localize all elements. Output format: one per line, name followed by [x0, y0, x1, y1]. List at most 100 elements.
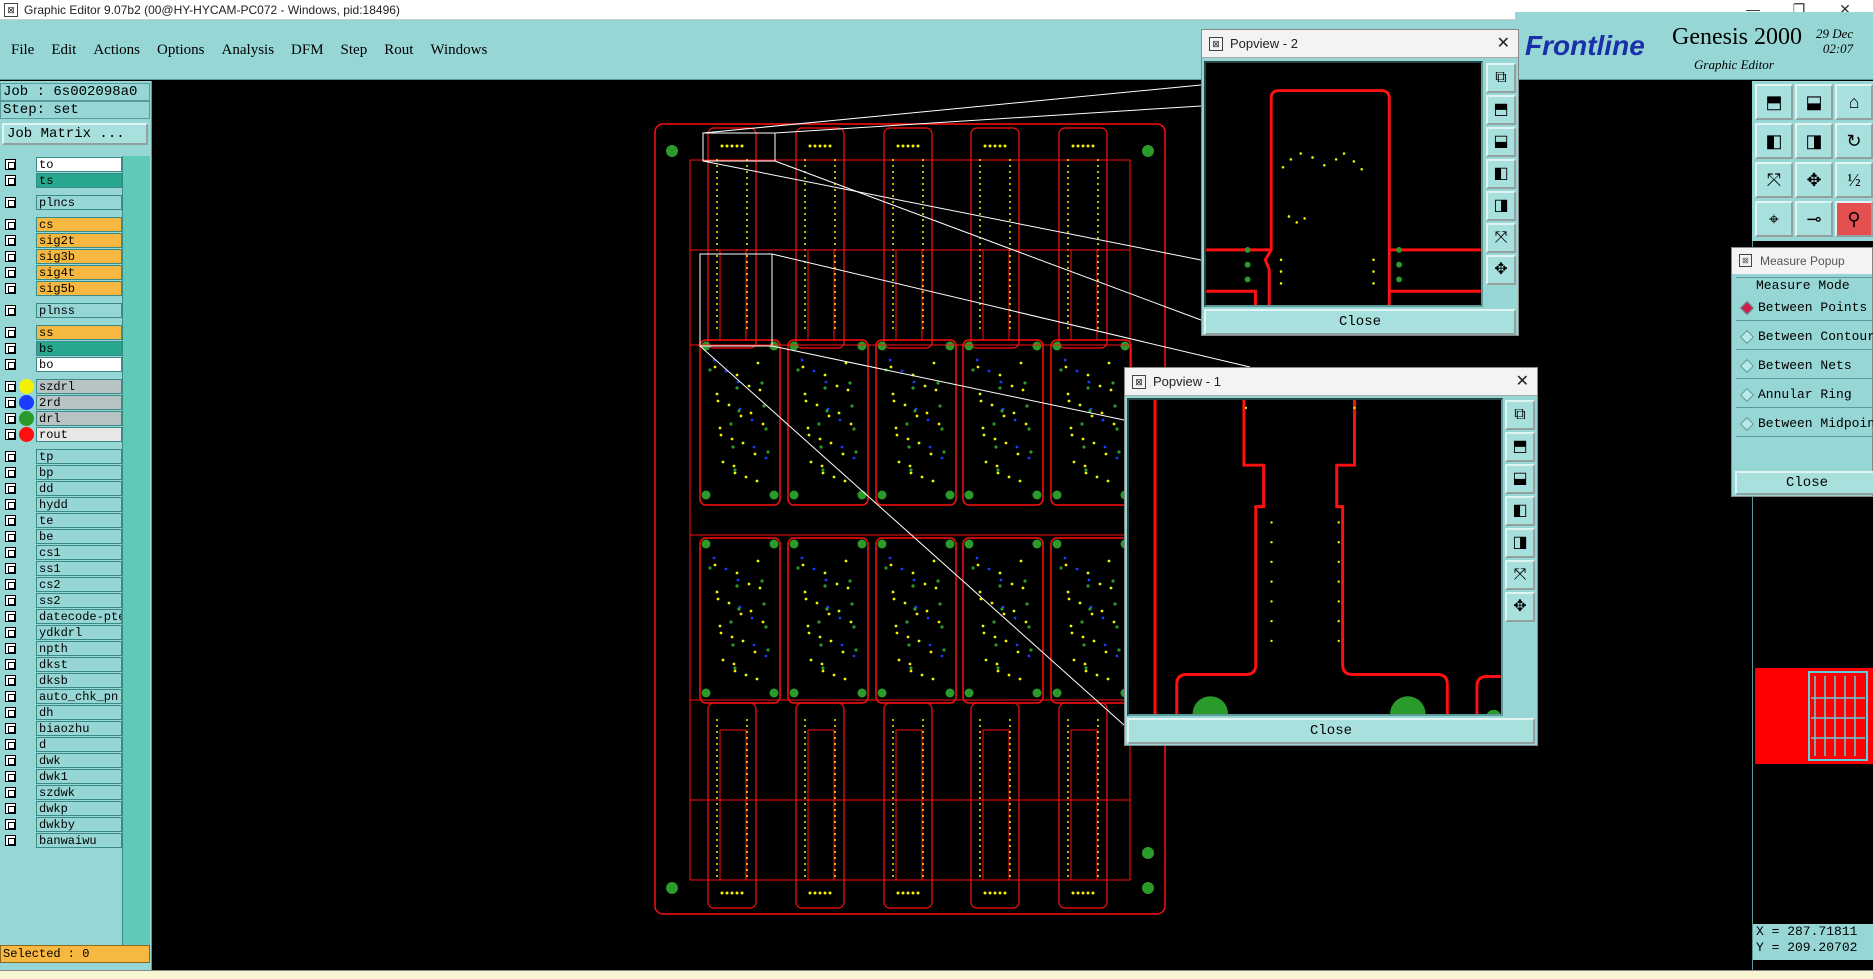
menu-windows[interactable]: Windows [430, 42, 487, 59]
layer-row[interactable]: ss2 [2, 592, 122, 608]
menu-actions[interactable]: Actions [93, 42, 140, 59]
layer-checkbox[interactable] [5, 770, 16, 782]
menu-step[interactable]: Step [341, 42, 368, 59]
layer-name[interactable]: szdwk [36, 784, 122, 800]
layer-row[interactable]: dksb [2, 672, 122, 688]
zoom-out-icon[interactable]: ✥ [1486, 255, 1516, 285]
layer-checkbox[interactable] [5, 674, 16, 686]
layer-name[interactable]: ss2 [36, 592, 122, 608]
measure-icon[interactable]: ⊸ [1795, 201, 1833, 237]
layer-row[interactable]: bp [2, 464, 122, 480]
layer-row[interactable]: ss1 [2, 560, 122, 576]
layer-checkbox[interactable] [5, 466, 16, 478]
pan-down-icon[interactable]: ⬓ [1505, 464, 1535, 494]
layer-name[interactable]: bs [36, 340, 122, 356]
layer-row[interactable]: te [2, 512, 122, 528]
zoom-out-icon[interactable]: ✥ [1505, 592, 1535, 622]
layer-checkbox[interactable] [5, 754, 16, 766]
menu-file[interactable]: File [11, 42, 34, 59]
layer-row[interactable]: sig4t [2, 264, 122, 280]
popview-1-titlebar[interactable]: ⊠ Popview - 1 ✕ [1125, 368, 1537, 396]
graphic-icon[interactable]: ⚲ [1835, 201, 1873, 237]
layer-name[interactable]: ts [36, 172, 122, 188]
pan-left-icon[interactable]: ◧ [1505, 496, 1535, 526]
layer-checkbox[interactable] [5, 218, 16, 230]
layer-name[interactable]: hydd [36, 496, 122, 512]
layer-checkbox[interactable] [5, 642, 16, 654]
layer-checkbox[interactable] [5, 196, 16, 208]
layer-checkbox[interactable] [5, 802, 16, 814]
layer-row[interactable]: dwk1 [2, 768, 122, 784]
pan-right-icon[interactable]: ◨ [1505, 528, 1535, 558]
fit-all-icon[interactable]: ⤧ [1755, 162, 1793, 198]
layer-row[interactable]: sig5b [2, 280, 122, 296]
layer-row[interactable]: ss [2, 324, 122, 340]
layer-name[interactable]: plnss [36, 302, 122, 318]
layer-row[interactable]: dwk [2, 752, 122, 768]
layer-name[interactable]: tp [36, 448, 122, 464]
popview-2-close-button[interactable]: Close [1204, 309, 1516, 335]
layer-row[interactable]: dkst [2, 656, 122, 672]
layer-checkbox[interactable] [5, 234, 16, 246]
zoom-in-icon[interactable]: ⤧ [1486, 223, 1516, 253]
layer-checkbox[interactable] [5, 174, 16, 186]
layer-checkbox[interactable] [5, 690, 16, 702]
layer-row[interactable]: dwkp [2, 800, 122, 816]
layer-name[interactable]: dkst [36, 656, 122, 672]
layer-name[interactable]: biaozhu [36, 720, 122, 736]
layer-name[interactable]: sig4t [36, 264, 122, 280]
popview-2-view[interactable] [1204, 61, 1483, 307]
pan-down-icon[interactable]: ⬓ [1486, 127, 1516, 157]
layer-checkbox[interactable] [5, 358, 16, 370]
menu-rout[interactable]: Rout [384, 42, 413, 59]
measure-option-between-midpoints[interactable]: Between Midpoints [1736, 411, 1873, 437]
layer-row[interactable]: auto_chk_pn. [2, 688, 122, 704]
layer-name[interactable]: dd [36, 480, 122, 496]
layer-name[interactable]: ydkdrl [36, 624, 122, 640]
layer-name[interactable]: dwk1 [36, 768, 122, 784]
layer-name[interactable]: drl [36, 410, 122, 426]
layer-row[interactable]: to [2, 156, 122, 172]
layer-checkbox[interactable] [5, 658, 16, 670]
menu-analysis[interactable]: Analysis [222, 42, 275, 59]
menu-edit[interactable]: Edit [51, 42, 76, 59]
layer-checkbox[interactable] [5, 834, 16, 846]
menu-dfm[interactable]: DFM [291, 42, 324, 59]
layer-name[interactable]: rout [36, 426, 122, 442]
layer-checkbox[interactable] [5, 396, 16, 408]
layer-checkbox[interactable] [5, 610, 16, 622]
measure-option-annular-ring[interactable]: Annular Ring [1736, 382, 1873, 408]
zoom-fit-icon[interactable]: ⧉ [1505, 400, 1535, 430]
job-matrix-button[interactable]: Job Matrix ... [2, 123, 148, 145]
layer-checkbox[interactable] [5, 530, 16, 542]
zoom-in-icon[interactable]: ⤧ [1505, 560, 1535, 590]
popview-2-titlebar[interactable]: ⊠ Popview - 2 ✕ [1202, 30, 1518, 58]
layer-name[interactable]: sig3b [36, 248, 122, 264]
layer-checkbox[interactable] [5, 412, 16, 424]
zoom-back-icon[interactable]: ⬓ [1795, 84, 1833, 120]
layer-row[interactable]: tp [2, 448, 122, 464]
popview-1-close-button[interactable]: Close [1127, 718, 1535, 744]
menu-options[interactable]: Options [157, 42, 205, 59]
redraw-icon[interactable]: ↻ [1835, 123, 1873, 159]
layer-name[interactable]: datecode-pte [36, 608, 122, 624]
layer-name[interactable]: dwkp [36, 800, 122, 816]
layer-checkbox[interactable] [5, 514, 16, 526]
measure-option-between-points[interactable]: Between Points [1736, 295, 1873, 321]
layer-row[interactable]: szdrl [2, 378, 122, 394]
measure-popup-titlebar[interactable]: ⊠ Measure Popup [1732, 248, 1872, 274]
layer-checkbox[interactable] [5, 786, 16, 798]
layer-name[interactable]: bo [36, 356, 122, 372]
layer-checkbox[interactable] [5, 578, 16, 590]
pan-right-icon[interactable]: ◨ [1486, 191, 1516, 221]
layer-row[interactable]: d [2, 736, 122, 752]
layer-name[interactable]: ss1 [36, 560, 122, 576]
layer-row[interactable]: sig2t [2, 232, 122, 248]
pan-right-icon[interactable]: ◨ [1795, 123, 1833, 159]
layer-row[interactable]: plncs [2, 194, 122, 210]
popview-1-view[interactable] [1127, 398, 1503, 716]
layer-checkbox[interactable] [5, 428, 16, 440]
layer-row[interactable]: banwaiwu [2, 832, 122, 848]
layer-name[interactable]: te [36, 512, 122, 528]
layer-row[interactable]: ydkdrl [2, 624, 122, 640]
